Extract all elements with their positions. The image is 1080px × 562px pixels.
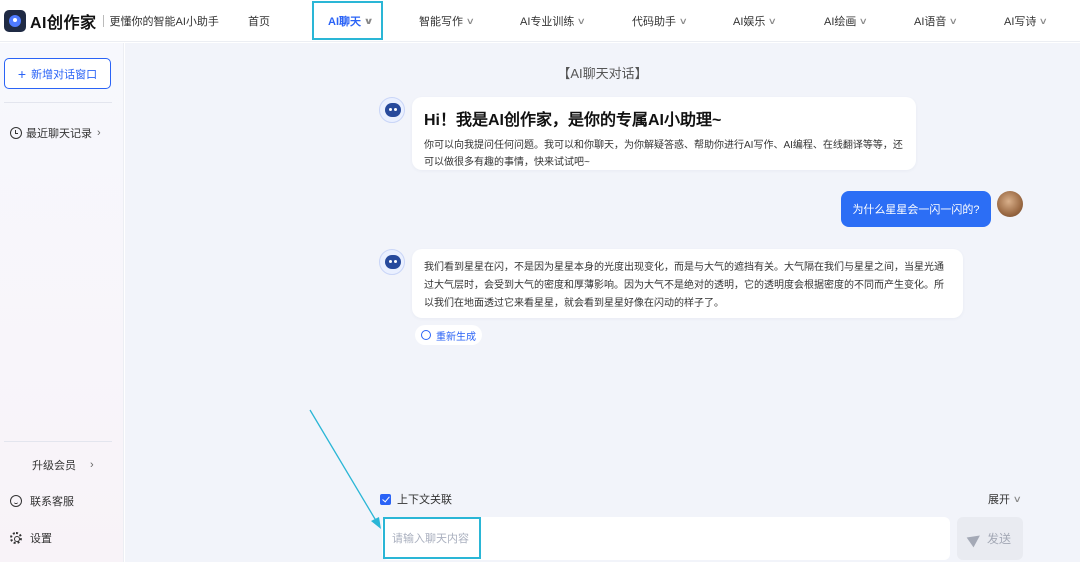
chevron-down-icon: ∨ <box>678 15 688 26</box>
nav-label: 智能写作 <box>419 16 463 28</box>
upgrade-label: 升级会员 <box>32 460 76 472</box>
user-avatar <box>997 191 1023 217</box>
sidebar-divider <box>4 441 112 442</box>
nav-label: AI绘画 <box>824 16 857 28</box>
top-navigation-bar: AI创作家 更懂你的智能AI小助手 首页 AI聊天 ∨ 智能写作 ∨ AI专业训… <box>0 0 1080 42</box>
nav-home[interactable]: 首页 <box>248 0 270 42</box>
recent-chats[interactable]: 最近聊天记录 › <box>10 125 101 141</box>
chevron-down-icon: ∨ <box>1039 15 1049 26</box>
greeting-title: Hi！我是AI创作家，是你的专属AI小助理~ <box>424 112 722 129</box>
send-label: 发送 <box>986 532 1011 546</box>
settings[interactable]: 设置 <box>10 530 52 546</box>
nav-label: AI娱乐 <box>733 16 766 28</box>
send-button[interactable]: 发送 <box>957 517 1023 560</box>
greeting-message: Hi！我是AI创作家，是你的专属AI小助理~ 你可以向我提问任何问题。我可以和你… <box>412 97 916 170</box>
nav-label: AI语音 <box>914 16 947 28</box>
nav-highlight-box <box>312 1 383 40</box>
nav-label: 代码助手 <box>632 16 676 28</box>
nav-code-assistant[interactable]: 代码助手 ∨ <box>632 0 688 42</box>
new-chat-button[interactable]: + 新增对话窗口 <box>4 58 111 89</box>
bot-avatar <box>379 249 405 275</box>
nav-label: AI写诗 <box>1004 16 1037 28</box>
chat-area: 【AI聊天对话】 Hi！我是AI创作家，是你的专属AI小助理~ 你可以向我提问任… <box>125 43 1080 562</box>
bot-answer: 我们看到星星在闪，不是因为星星本身的光度出现变化，而是与大气的遮挡有关。大气隔在… <box>412 249 963 318</box>
refresh-icon <box>421 330 431 340</box>
chevron-down-icon: ∨ <box>465 15 475 26</box>
regenerate-label: 重新生成 <box>436 331 476 343</box>
logo-icon <box>4 10 26 32</box>
sidebar-divider <box>4 102 112 103</box>
recent-chats-label: 最近聊天记录 <box>26 128 92 140</box>
customer-service-icon <box>10 495 22 507</box>
chevron-down-icon: ∨ <box>577 15 587 26</box>
chevron-right-icon: › <box>90 459 94 471</box>
nav-smart-writing[interactable]: 智能写作 ∨ <box>419 0 475 42</box>
clock-icon <box>10 127 22 139</box>
nav-ai-voice[interactable]: AI语音 ∨ <box>914 0 959 42</box>
regenerate-button[interactable]: 重新生成 <box>415 325 482 345</box>
bot-avatar <box>379 97 405 123</box>
context-toggle[interactable]: 上下文关联 <box>380 491 452 507</box>
greeting-body: 你可以向我提问任何问题。我可以和你聊天，为你解疑答惑、帮助你进行AI写作、AI编… <box>424 140 903 168</box>
gear-icon <box>10 532 22 544</box>
slogan: 更懂你的智能AI小助手 <box>109 16 219 28</box>
chevron-down-icon: ∨ <box>768 15 778 26</box>
nav-ai-painting[interactable]: AI绘画 ∨ <box>824 0 869 42</box>
expand-button[interactable]: 展开 ∨ <box>988 491 1022 507</box>
contact-support-label: 联系客服 <box>30 496 74 508</box>
nav-label: AI专业训练 <box>520 16 575 28</box>
chevron-down-icon: ∨ <box>859 15 869 26</box>
settings-label: 设置 <box>30 533 52 545</box>
send-icon <box>966 530 984 547</box>
contact-support[interactable]: 联系客服 <box>10 493 74 509</box>
nav-label: 首页 <box>248 16 270 28</box>
logo-divider <box>102 15 104 27</box>
input-highlight-box <box>383 517 481 559</box>
nav-ai-entertainment[interactable]: AI娱乐 ∨ <box>733 0 778 42</box>
logo-text: AI创作家 <box>30 15 97 32</box>
new-chat-label: 新增对话窗口 <box>31 68 98 81</box>
expand-label: 展开 <box>988 494 1010 506</box>
sidebar: + 新增对话窗口 最近聊天记录 › 升级会员 › 联系客服 设置 <box>0 43 124 562</box>
nav-ai-training[interactable]: AI专业训练 ∨ <box>520 0 587 42</box>
chevron-down-icon: ∨ <box>1012 493 1022 504</box>
logo[interactable]: AI创作家 更懂你的智能AI小助手 <box>4 9 219 33</box>
chevron-down-icon: ∨ <box>949 15 959 26</box>
plus-icon: + <box>17 65 27 82</box>
chat-title: 【AI聊天对话】 <box>557 66 648 81</box>
user-message: 为什么星星会一闪一闪的? <box>841 191 991 227</box>
upgrade-membership[interactable]: 升级会员 › <box>32 457 94 473</box>
nav-ai-poetry[interactable]: AI写诗 ∨ <box>1004 0 1049 42</box>
chevron-right-icon: › <box>97 127 101 139</box>
context-label: 上下文关联 <box>397 494 452 506</box>
context-checkbox[interactable] <box>380 493 391 505</box>
